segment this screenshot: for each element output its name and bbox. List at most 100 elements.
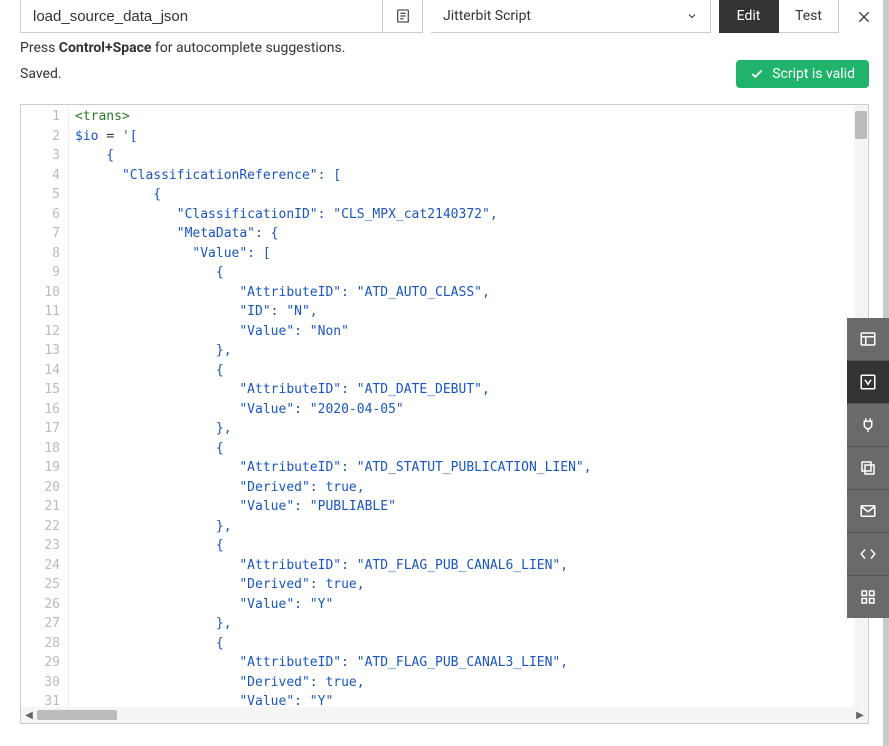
line-number: 13 [21,341,68,361]
code-line[interactable]: "ClassificationID": "CLS_MPX_cat2140372"… [75,205,854,225]
line-number: 31 [21,692,68,707]
code-line[interactable]: { [75,185,854,205]
code-line[interactable]: "AttributeID": "ATD_FLAG_PUB_CANAL3_LIEN… [75,653,854,673]
code-line[interactable]: { [75,146,854,166]
code-line[interactable]: "AttributeID": "ATD_FLAG_PUB_CANAL6_LIEN… [75,556,854,576]
vertical-scroll-thumb[interactable] [855,111,867,139]
line-number: 5 [21,185,68,205]
code-line[interactable]: "Value": "PUBLIABLE" [75,497,854,517]
panel-apps-button[interactable] [847,576,889,618]
status-row: Saved. Script is valid [0,58,889,96]
language-select[interactable]: Jitterbit Script [431,0,711,33]
hint-key: Control+Space [59,40,152,56]
stack-icon [859,459,877,477]
line-number: 16 [21,400,68,420]
code-line[interactable]: "Derived": true, [75,575,854,595]
code-line[interactable]: "Value": [ [75,244,854,264]
line-number: 30 [21,673,68,693]
code-line[interactable]: "Value": "Non" [75,322,854,342]
panel-operations-button[interactable] [847,447,889,489]
line-number-gutter: 1234567891011121314151617181920212223242… [21,105,69,707]
close-button[interactable] [839,0,889,33]
line-number: 27 [21,614,68,634]
script-name-input[interactable] [20,0,383,33]
line-number: 2 [21,127,68,147]
line-number: 18 [21,439,68,459]
code-line[interactable]: <trans> [75,107,854,127]
code-line[interactable]: { [75,439,854,459]
close-icon [856,9,872,25]
code-line[interactable]: { [75,634,854,654]
right-tool-rail [847,318,889,618]
line-number: 11 [21,302,68,322]
mode-tabs: Edit Test [719,0,839,33]
line-number: 25 [21,575,68,595]
note-icon [395,8,411,24]
line-number: 1 [21,107,68,127]
code-line[interactable]: $io = '[ [75,127,854,147]
line-number: 24 [21,556,68,576]
scroll-right-arrow[interactable]: ▶ [852,710,868,721]
mail-icon [859,502,877,520]
plug-icon [859,416,877,434]
code-line[interactable]: "AttributeID": "ATD_STATUT_PUBLICATION_L… [75,458,854,478]
line-number: 12 [21,322,68,342]
panel-data-icon [859,330,877,348]
line-number: 17 [21,419,68,439]
line-number: 28 [21,634,68,654]
panel-scripts-button[interactable] [847,533,889,575]
code-line[interactable]: "ID": "N", [75,302,854,322]
line-number: 29 [21,653,68,673]
code-line[interactable]: "AttributeID": "ATD_AUTO_CLASS", [75,283,854,303]
panel-variables-button[interactable] [847,361,889,403]
horizontal-scroll-thumb[interactable] [37,710,117,720]
line-number: 19 [21,458,68,478]
script-valid-badge: Script is valid [736,60,869,88]
code-line[interactable]: { [75,536,854,556]
line-number: 6 [21,205,68,225]
line-number: 10 [21,283,68,303]
code-line[interactable]: { [75,263,854,283]
line-number: 15 [21,380,68,400]
line-number: 26 [21,595,68,615]
code-line[interactable]: { [75,361,854,381]
code-icon [859,545,877,563]
code-line[interactable]: "MetaData": { [75,224,854,244]
autocomplete-hint: Press Control+Space for autocomplete sug… [0,34,889,58]
editor-toolbar: Jitterbit Script Edit Test [0,0,889,34]
line-number: 9 [21,263,68,283]
code-line[interactable]: }, [75,517,854,537]
grid-icon [859,588,877,606]
code-line[interactable]: "ClassificationReference": [ [75,166,854,186]
scroll-left-arrow[interactable]: ◀ [21,710,37,721]
code-line[interactable]: "Value": "Y" [75,595,854,615]
notes-button[interactable] [383,0,423,33]
tab-test[interactable]: Test [779,0,839,33]
line-number: 23 [21,536,68,556]
code-line[interactable]: "Value": "Y" [75,692,854,707]
code-line[interactable]: "Value": "2020-04-05" [75,400,854,420]
line-number: 20 [21,478,68,498]
code-line[interactable]: "AttributeID": "ATD_DATE_DEBUT", [75,380,854,400]
code-line[interactable]: "Derived": true, [75,673,854,693]
line-number: 3 [21,146,68,166]
code-line[interactable]: }, [75,419,854,439]
tab-edit[interactable]: Edit [719,0,779,33]
panel-data-button[interactable] [847,318,889,360]
line-number: 7 [21,224,68,244]
chevron-down-icon [686,10,698,22]
editor-horizontal-scrollbar[interactable]: ◀ ▶ [21,707,868,723]
horizontal-scroll-track[interactable] [37,709,852,721]
code-editor: 1234567891011121314151617181920212223242… [20,104,869,724]
language-select-value: Jitterbit Script [443,8,531,24]
code-line[interactable]: }, [75,614,854,634]
panel-variables-icon [859,373,877,391]
line-number: 22 [21,517,68,537]
panel-plugins-button[interactable] [847,404,889,446]
code-line[interactable]: }, [75,341,854,361]
code-line[interactable]: "Derived": true, [75,478,854,498]
line-number: 21 [21,497,68,517]
line-number: 14 [21,361,68,381]
panel-email-button[interactable] [847,490,889,532]
code-area[interactable]: <trans>$io = '[ { "ClassificationReferen… [69,105,854,707]
